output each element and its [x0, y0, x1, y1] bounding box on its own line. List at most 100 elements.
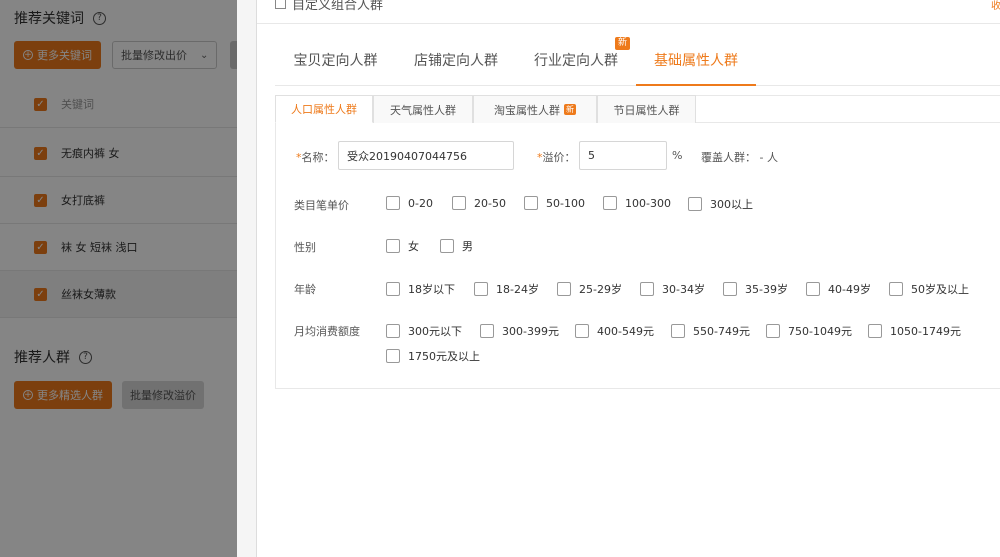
checkbox[interactable]: [806, 282, 820, 296]
new-badge: 新: [615, 37, 631, 50]
option-label: 50-100: [546, 196, 585, 210]
option-label: 30-34岁: [662, 283, 705, 296]
name-label: *名称：: [296, 149, 335, 165]
dialog-title-text: 自定义组合人群: [292, 0, 384, 13]
gender-option[interactable]: 男: [440, 238, 473, 254]
price-group-label: 类目笔单价: [294, 199, 349, 212]
checkbox[interactable]: [671, 324, 685, 338]
option-label: 0-20: [408, 196, 433, 210]
subtab-holiday[interactable]: 节日属性人群: [597, 95, 696, 123]
checkbox[interactable]: [452, 196, 466, 210]
tab-basic-attribute-crowd[interactable]: 基础属性人群: [636, 50, 756, 86]
dialog-title: 自定义组合人群: [275, 0, 383, 13]
checkbox[interactable]: [575, 324, 589, 338]
option-label: 18岁以下: [408, 283, 455, 296]
new-badge: 新: [564, 104, 576, 115]
price-option[interactable]: 100-300: [603, 196, 671, 210]
checkbox[interactable]: [386, 324, 400, 338]
option-label: 1050-1749元: [890, 325, 961, 338]
spend-option[interactable]: 300元以下: [386, 323, 462, 339]
option-label: 400-549元: [597, 325, 654, 338]
subtab-weather[interactable]: 天气属性人群: [373, 95, 473, 123]
checkbox[interactable]: [524, 196, 538, 210]
age-group-label: 年龄: [294, 283, 316, 296]
age-option[interactable]: 25-29岁: [557, 281, 622, 297]
age-option[interactable]: 35-39岁: [723, 281, 788, 297]
price-option[interactable]: 50-100: [524, 196, 585, 210]
subtab-label: 节日属性人群: [613, 103, 680, 117]
subtab-label: 天气属性人群: [390, 103, 456, 117]
option-label: 女: [408, 240, 419, 253]
age-option[interactable]: 18-24岁: [474, 281, 539, 297]
checkbox[interactable]: [603, 196, 617, 210]
option-label: 1750元及以上: [408, 350, 480, 363]
premium-input[interactable]: 5: [579, 141, 667, 170]
name-label-text: 名称：: [301, 151, 335, 164]
option-label: 550-749元: [693, 325, 750, 338]
sub-tab-bar: 人口属性人群 天气属性人群 淘宝属性人群 新 节日属性人群: [275, 95, 1000, 123]
tab-label: 店铺定向人群: [414, 53, 498, 69]
dialog-header: 自定义组合人群 收: [257, 0, 1000, 24]
gender-group-label: 性别: [294, 241, 316, 254]
tab-item-crowd[interactable]: 宝贝定向人群: [275, 50, 396, 86]
age-option[interactable]: 50岁及以上: [889, 281, 969, 297]
dialog-icon: [275, 0, 286, 9]
spend-group-label: 月均消费额度: [294, 325, 360, 338]
checkbox[interactable]: [868, 324, 882, 338]
spend-option[interactable]: 1050-1749元: [868, 323, 961, 339]
option-label: 50岁及以上: [911, 283, 969, 296]
price-option[interactable]: 300以上: [688, 196, 753, 212]
subtab-demographic[interactable]: 人口属性人群: [275, 95, 373, 123]
checkbox[interactable]: [386, 196, 400, 210]
option-label: 300-399元: [502, 325, 559, 338]
premium-label: *溢价：: [537, 149, 576, 165]
checkbox[interactable]: [640, 282, 654, 296]
checkbox[interactable]: [386, 282, 400, 296]
option-label: 男: [462, 240, 473, 253]
checkbox[interactable]: [688, 197, 702, 211]
checkbox[interactable]: [386, 239, 400, 253]
checkbox[interactable]: [440, 239, 454, 253]
premium-input-value: 5: [588, 149, 595, 162]
checkbox[interactable]: [386, 349, 400, 363]
premium-label-text: 溢价：: [542, 151, 576, 164]
option-label: 300以上: [710, 198, 753, 211]
checkbox[interactable]: [474, 282, 488, 296]
tab-label: 行业定向人群: [534, 53, 618, 69]
collapse-button[interactable]: 收: [991, 0, 1000, 12]
subtab-taobao[interactable]: 淘宝属性人群 新: [473, 95, 597, 123]
spend-option[interactable]: 300-399元: [480, 323, 559, 339]
option-label: 750-1049元: [788, 325, 852, 338]
coverage-value: - 人: [759, 151, 778, 164]
checkbox[interactable]: [723, 282, 737, 296]
checkbox[interactable]: [766, 324, 780, 338]
spend-option[interactable]: 550-749元: [671, 323, 750, 339]
modal-gutter: [237, 0, 256, 557]
option-label: 25-29岁: [579, 283, 622, 296]
option-label: 300元以下: [408, 325, 462, 338]
name-input-value: 受众20190407044756: [347, 149, 467, 163]
age-option[interactable]: 18岁以下: [386, 281, 455, 297]
option-label: 20-50: [474, 196, 506, 210]
subtab-label: 人口属性人群: [291, 103, 357, 116]
spend-option[interactable]: 750-1049元: [766, 323, 852, 339]
tab-label: 基础属性人群: [654, 53, 738, 69]
spend-option[interactable]: 400-549元: [575, 323, 654, 339]
price-option[interactable]: 0-20: [386, 196, 433, 210]
option-label: 18-24岁: [496, 283, 539, 296]
spend-option[interactable]: 1750元及以上: [386, 348, 480, 364]
age-option[interactable]: 30-34岁: [640, 281, 705, 297]
checkbox[interactable]: [557, 282, 571, 296]
tab-industry-crowd[interactable]: 行业定向人群 新: [516, 37, 636, 86]
checkbox[interactable]: [889, 282, 903, 296]
custom-crowd-dialog: 自定义组合人群 收 宝贝定向人群 店铺定向人群 行业定向人群 新 基础属性人群 …: [256, 0, 1000, 557]
gender-option[interactable]: 女: [386, 238, 419, 254]
tab-shop-crowd[interactable]: 店铺定向人群: [396, 50, 516, 86]
modal-overlay[interactable]: [0, 0, 237, 557]
price-option[interactable]: 20-50: [452, 196, 506, 210]
tab-label: 宝贝定向人群: [293, 53, 378, 69]
age-option[interactable]: 40-49岁: [806, 281, 871, 297]
subtab-label: 淘宝属性人群: [494, 103, 560, 117]
name-input[interactable]: 受众20190407044756: [338, 141, 514, 170]
checkbox[interactable]: [480, 324, 494, 338]
